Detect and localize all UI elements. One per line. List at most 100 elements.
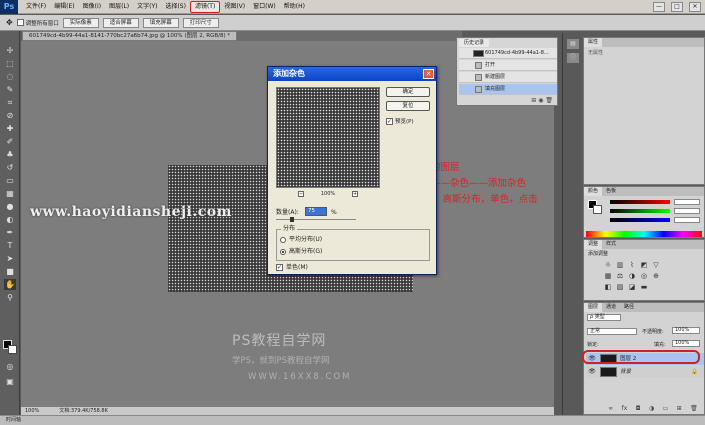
quick-mask-icon[interactable]: ◎ bbox=[4, 361, 16, 372]
gradient-tool-icon[interactable]: ▦ bbox=[4, 188, 16, 199]
stamp-tool-icon[interactable]: ♣ bbox=[4, 149, 16, 160]
brightness-icon[interactable]: ☼ bbox=[604, 262, 612, 269]
menu-help[interactable]: 帮助(H) bbox=[280, 0, 309, 14]
blend-mode-select[interactable]: 正常 bbox=[587, 328, 637, 335]
history-snapshot[interactable]: 601749cd-4b99-44a1-8... bbox=[459, 48, 557, 59]
fill-screen-button[interactable]: 填充屏幕 bbox=[142, 17, 179, 28]
menu-edit[interactable]: 编辑(E) bbox=[50, 0, 78, 14]
mask-icon[interactable]: ◘ bbox=[636, 405, 641, 412]
paths-tab[interactable]: 路径 bbox=[620, 303, 638, 312]
crop-tool-icon[interactable]: ⌗ bbox=[4, 97, 16, 108]
amount-input[interactable]: 75 bbox=[305, 207, 327, 216]
menu-layer[interactable]: 图层(L) bbox=[105, 0, 133, 14]
properties-tab[interactable]: 属性 bbox=[584, 38, 603, 47]
color-spectrum[interactable] bbox=[586, 231, 702, 237]
layer-filter-kind[interactable]: ρ 类型 bbox=[587, 314, 621, 321]
trash-icon[interactable]: 🗑 bbox=[545, 97, 553, 104]
properties-panel-icon[interactable]: ⓘ bbox=[567, 53, 579, 63]
history-item-new-layer[interactable]: 新建图层 bbox=[459, 72, 557, 83]
red-slider[interactable] bbox=[610, 200, 670, 204]
link-icon[interactable]: ∞ bbox=[608, 405, 613, 412]
uniform-radio[interactable]: 平均分布(U) bbox=[280, 235, 322, 244]
timeline-tab[interactable]: 时间轴 bbox=[0, 415, 705, 425]
threshold-icon[interactable]: ◪ bbox=[628, 284, 636, 291]
close-icon[interactable]: ✕ bbox=[423, 69, 434, 79]
snapshot-icon[interactable]: ◉ bbox=[538, 97, 543, 104]
fill-input[interactable]: 100% bbox=[672, 340, 700, 347]
ok-button[interactable]: 确定 bbox=[386, 87, 430, 97]
zoom-in-icon[interactable]: + bbox=[351, 191, 358, 197]
sample-all-checkbox[interactable]: 调整所有窗口 bbox=[16, 19, 59, 27]
quick-select-tool-icon[interactable]: ✎ bbox=[4, 84, 16, 95]
layer-row-background[interactable]: 👁 背景 🔒 bbox=[586, 366, 704, 378]
monochromatic-checkbox[interactable]: ✓ 单色(M) bbox=[276, 263, 308, 272]
menu-type[interactable]: 文字(Y) bbox=[133, 0, 161, 14]
pen-tool-icon[interactable]: ✒ bbox=[4, 227, 16, 238]
fx-icon[interactable]: fx bbox=[622, 405, 628, 412]
green-value[interactable] bbox=[674, 208, 700, 214]
shape-tool-icon[interactable]: ■ bbox=[4, 266, 16, 277]
zoom-tool-icon[interactable]: ⚲ bbox=[4, 292, 16, 303]
exposure-icon[interactable]: ◩ bbox=[640, 262, 648, 269]
levels-icon[interactable]: ▥ bbox=[616, 262, 624, 269]
actual-pixels-button[interactable]: 实际像素 bbox=[62, 17, 99, 28]
new-layer-icon[interactable]: ⊞ bbox=[677, 405, 682, 412]
blue-slider[interactable] bbox=[610, 218, 670, 222]
eye-icon[interactable]: 👁 bbox=[588, 368, 596, 376]
styles-tab[interactable]: 样式 bbox=[602, 240, 620, 249]
eraser-tool-icon[interactable]: ▭ bbox=[4, 175, 16, 186]
menu-select[interactable]: 选择(S) bbox=[161, 0, 190, 14]
background-color-swatch[interactable] bbox=[8, 345, 17, 354]
black-white-icon[interactable]: ◑ bbox=[628, 273, 636, 280]
history-item-fill-layer[interactable]: 填充图层 bbox=[459, 84, 557, 95]
menu-filter[interactable]: 滤镜(T) bbox=[189, 0, 221, 13]
screen-mode-icon[interactable]: ▣ bbox=[4, 376, 16, 387]
history-panel-icon[interactable]: ▤ bbox=[567, 39, 579, 49]
new-document-icon[interactable]: ⊞ bbox=[531, 97, 536, 104]
gradient-map-icon[interactable]: ▬ bbox=[640, 284, 648, 291]
preview-checkbox[interactable]: ✓ 预览(P) bbox=[386, 117, 414, 125]
blur-tool-icon[interactable]: ● bbox=[4, 201, 16, 212]
red-value[interactable] bbox=[674, 199, 700, 205]
layers-tab[interactable]: 图层 bbox=[584, 303, 603, 312]
vibrance-icon[interactable]: ▽ bbox=[652, 262, 660, 269]
trash-icon[interactable]: 🗑 bbox=[690, 405, 698, 412]
gaussian-radio[interactable]: 高斯分布(G) bbox=[280, 247, 322, 256]
zoom-level[interactable]: 100% bbox=[25, 407, 39, 415]
curves-icon[interactable]: ⌇ bbox=[628, 262, 636, 269]
maximize-button[interactable]: □ bbox=[671, 2, 683, 12]
hue-saturation-icon[interactable]: ▦ bbox=[604, 273, 612, 280]
background-color-swatch[interactable] bbox=[593, 205, 602, 214]
green-slider[interactable] bbox=[610, 209, 670, 213]
photo-filter-icon[interactable]: ◎ bbox=[640, 273, 648, 280]
eyedropper-tool-icon[interactable]: ⊘ bbox=[4, 110, 16, 121]
blue-value[interactable] bbox=[674, 217, 700, 223]
minimize-button[interactable]: — bbox=[653, 2, 665, 12]
slider-thumb[interactable] bbox=[290, 217, 294, 222]
lasso-tool-icon[interactable]: ◌ bbox=[4, 71, 16, 82]
menu-file[interactable]: 文件(F) bbox=[22, 0, 50, 14]
hand-tool-icon[interactable]: ✋ bbox=[4, 279, 16, 290]
invert-icon[interactable]: ◧ bbox=[604, 284, 612, 291]
history-brush-tool-icon[interactable]: ↺ bbox=[4, 162, 16, 173]
type-tool-icon[interactable]: T bbox=[4, 240, 16, 251]
group-icon[interactable]: ▭ bbox=[663, 405, 669, 412]
menu-image[interactable]: 图像(I) bbox=[79, 0, 105, 14]
print-size-button[interactable]: 打印尺寸 bbox=[182, 17, 219, 28]
move-tool-icon[interactable]: ✢ bbox=[4, 45, 16, 56]
reset-button[interactable]: 复位 bbox=[386, 101, 430, 111]
adjustments-tab[interactable]: 调整 bbox=[584, 240, 603, 249]
channel-mixer-icon[interactable]: ⊕ bbox=[652, 273, 660, 280]
noise-preview[interactable] bbox=[276, 87, 380, 188]
zoom-out-icon[interactable]: − bbox=[298, 191, 304, 197]
fit-screen-button[interactable]: 适合屏幕 bbox=[102, 17, 139, 28]
channels-tab[interactable]: 通道 bbox=[602, 303, 620, 312]
opacity-input[interactable]: 100% bbox=[672, 327, 700, 334]
history-tab[interactable]: 历史记录 bbox=[459, 39, 490, 47]
history-item-open[interactable]: 打开 bbox=[459, 60, 557, 71]
menu-view[interactable]: 视图(V) bbox=[220, 0, 249, 14]
amount-slider[interactable] bbox=[276, 219, 356, 220]
marquee-tool-icon[interactable]: ⬚ bbox=[4, 58, 16, 69]
color-tab[interactable]: 颜色 bbox=[584, 187, 603, 196]
brush-tool-icon[interactable]: ✐ bbox=[4, 136, 16, 147]
